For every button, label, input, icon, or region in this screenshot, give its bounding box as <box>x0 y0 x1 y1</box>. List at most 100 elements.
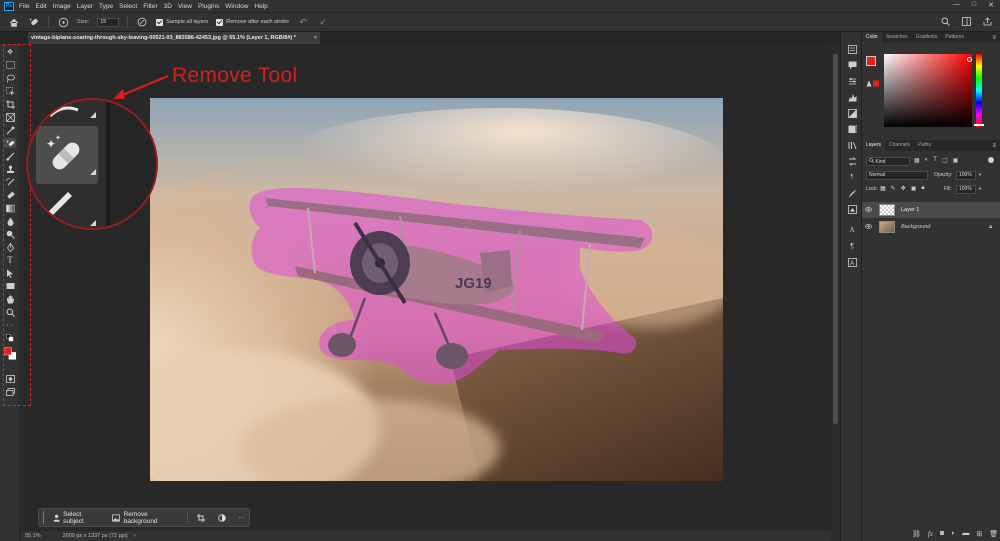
remove-after-stroke-checkbox[interactable]: Remove after each stroke <box>216 18 289 26</box>
fill-chevron-icon[interactable]: ▾ <box>979 186 981 192</box>
layer-name[interactable]: Layer 1 <box>901 207 919 213</box>
paragraph-styles-icon[interactable]: ¶ <box>846 241 858 251</box>
panel-menu-icon[interactable]: ≡ <box>992 35 996 41</box>
blend-mode-select[interactable]: Normal <box>866 170 928 180</box>
paragraph-panel-icon[interactable]: ¶ <box>846 172 858 182</box>
gamut-warning-icon[interactable] <box>866 80 879 88</box>
vertical-scrollbar[interactable] <box>831 44 840 531</box>
adjustment-filter-icon[interactable]: ◐ <box>925 157 929 164</box>
brush-angle-icon[interactable] <box>136 16 148 28</box>
shape-filter-icon[interactable]: ▢ <box>942 157 948 164</box>
new-group-icon[interactable]: ▬ <box>962 530 969 538</box>
status-chevron-icon[interactable]: › <box>134 533 136 539</box>
panel-menu-icon[interactable]: ≡ <box>992 143 996 149</box>
menu-3d[interactable]: 3D <box>164 3 172 10</box>
lock-transparent-icon[interactable]: ▦ <box>880 185 886 192</box>
photoshop-logo-icon[interactable]: Ps <box>4 1 14 11</box>
scroll-thumb[interactable] <box>833 54 838 424</box>
color-picker-field[interactable] <box>884 54 972 127</box>
tab-color[interactable]: Color <box>862 32 882 43</box>
lock-pixels-icon[interactable]: ✎ <box>891 185 896 192</box>
libraries-panel-icon[interactable] <box>846 140 858 150</box>
more-options-button[interactable]: ··· <box>235 512 250 523</box>
transform-button[interactable] <box>193 512 209 524</box>
menu-help[interactable]: Help <box>254 3 267 10</box>
tab-paths[interactable]: Paths <box>914 140 935 151</box>
tab-patterns[interactable]: Patterns <box>941 32 968 43</box>
menu-select[interactable]: Select <box>119 3 137 10</box>
tab-channels[interactable]: Channels <box>885 140 914 151</box>
lock-position-icon[interactable]: ✥ <box>901 185 906 192</box>
document-tab[interactable]: vintage-biplane-soaring-through-sky-leav… <box>28 32 320 44</box>
opacity-input[interactable]: 100% <box>956 170 976 180</box>
clone-source-icon[interactable] <box>846 204 858 214</box>
foreground-color-swatch[interactable] <box>866 56 876 66</box>
menu-view[interactable]: View <box>178 3 192 10</box>
close-window-icon[interactable]: ✕ <box>988 1 994 9</box>
hue-slider[interactable] <box>976 54 982 127</box>
document-canvas-image[interactable]: JG19 <box>150 98 723 481</box>
home-icon[interactable] <box>8 16 20 28</box>
type-filter-icon[interactable]: T <box>933 157 937 164</box>
close-tab-icon[interactable]: × <box>314 32 317 44</box>
remove-tool-preset-icon[interactable]: ✦ <box>28 16 40 28</box>
brush-size-circle-icon[interactable] <box>57 16 69 28</box>
color-picker-cursor[interactable] <box>967 57 972 62</box>
delete-layer-icon[interactable]: 🗑︎ <box>989 530 998 538</box>
kind-filter-select[interactable]: Kind <box>866 156 910 166</box>
histogram-panel-icon[interactable] <box>846 92 858 102</box>
menu-file[interactable]: File <box>19 3 29 10</box>
filter-toggle-icon[interactable] <box>988 157 994 163</box>
character-panel-icon[interactable]: A <box>846 225 858 235</box>
menu-image[interactable]: Image <box>53 3 71 10</box>
workspace-icon[interactable] <box>962 17 971 28</box>
channels-mixer-icon[interactable] <box>846 156 858 166</box>
properties-panel-icon[interactable] <box>846 76 858 86</box>
brush-settings-icon[interactable] <box>846 188 858 198</box>
search-icon[interactable] <box>941 17 950 28</box>
layer-effects-icon[interactable]: fx <box>928 530 933 538</box>
minimize-icon[interactable]: — <box>953 1 960 9</box>
tab-swatches[interactable]: Swatches <box>882 32 912 43</box>
menu-edit[interactable]: Edit <box>35 3 46 10</box>
new-layer-icon[interactable]: ⊞ <box>976 530 982 538</box>
new-adjustment-icon[interactable]: ◐ <box>951 530 955 538</box>
menu-layer[interactable]: Layer <box>77 3 93 10</box>
layer-lock-icon[interactable]: 🔒︎ <box>989 224 992 231</box>
share-icon[interactable] <box>983 17 992 28</box>
smart-object-filter-icon[interactable]: ▣ <box>953 157 959 164</box>
tab-layers[interactable]: Layers <box>862 140 886 151</box>
hue-slider-handle[interactable] <box>974 124 984 126</box>
pixel-filter-icon[interactable]: ▦ <box>914 157 920 164</box>
menu-filter[interactable]: Filter <box>143 3 157 10</box>
layer-mask-icon[interactable]: ◙ <box>940 530 944 538</box>
layer-name[interactable]: Background <box>901 224 930 230</box>
commit-check-icon[interactable]: ✓ <box>317 16 329 28</box>
menu-type[interactable]: Type <box>99 3 113 10</box>
zoom-level[interactable]: 55.1% <box>25 533 41 539</box>
sample-all-layers-checkbox[interactable]: Sample all layers <box>156 18 208 26</box>
remove-background-button[interactable]: Remove background <box>108 509 181 527</box>
undo-icon[interactable]: ↶ <box>297 16 309 28</box>
menu-plugins[interactable]: Plugins <box>198 3 219 10</box>
glyphs-icon[interactable]: A <box>846 257 858 267</box>
adjustments-panel-icon[interactable] <box>846 108 858 118</box>
drag-handle[interactable] <box>43 511 44 524</box>
maximize-icon[interactable]: □ <box>972 1 976 9</box>
select-subject-button[interactable]: Select subject <box>49 509 104 527</box>
link-layers-icon[interactable]: ⛓︎ <box>912 530 921 538</box>
history-panel-icon[interactable] <box>846 44 858 54</box>
adjustment-button[interactable] <box>214 512 230 524</box>
comments-panel-icon[interactable] <box>846 60 858 70</box>
lock-all-icon[interactable]: 🔒︎ <box>921 185 924 192</box>
size-input[interactable]: 15 <box>97 17 120 27</box>
color-swatch-pair[interactable] <box>866 56 882 72</box>
visibility-eye-icon[interactable] <box>864 206 875 214</box>
fill-input[interactable]: 100% <box>956 184 976 194</box>
tab-gradients[interactable]: Gradients <box>912 32 942 43</box>
menu-window[interactable]: Window <box>225 3 248 10</box>
visibility-eye-icon[interactable] <box>864 223 875 231</box>
layer-row-background[interactable]: Background 🔒︎ <box>862 219 1000 235</box>
lock-artboard-icon[interactable]: ▣ <box>911 185 917 192</box>
styles-panel-icon[interactable] <box>846 124 858 134</box>
